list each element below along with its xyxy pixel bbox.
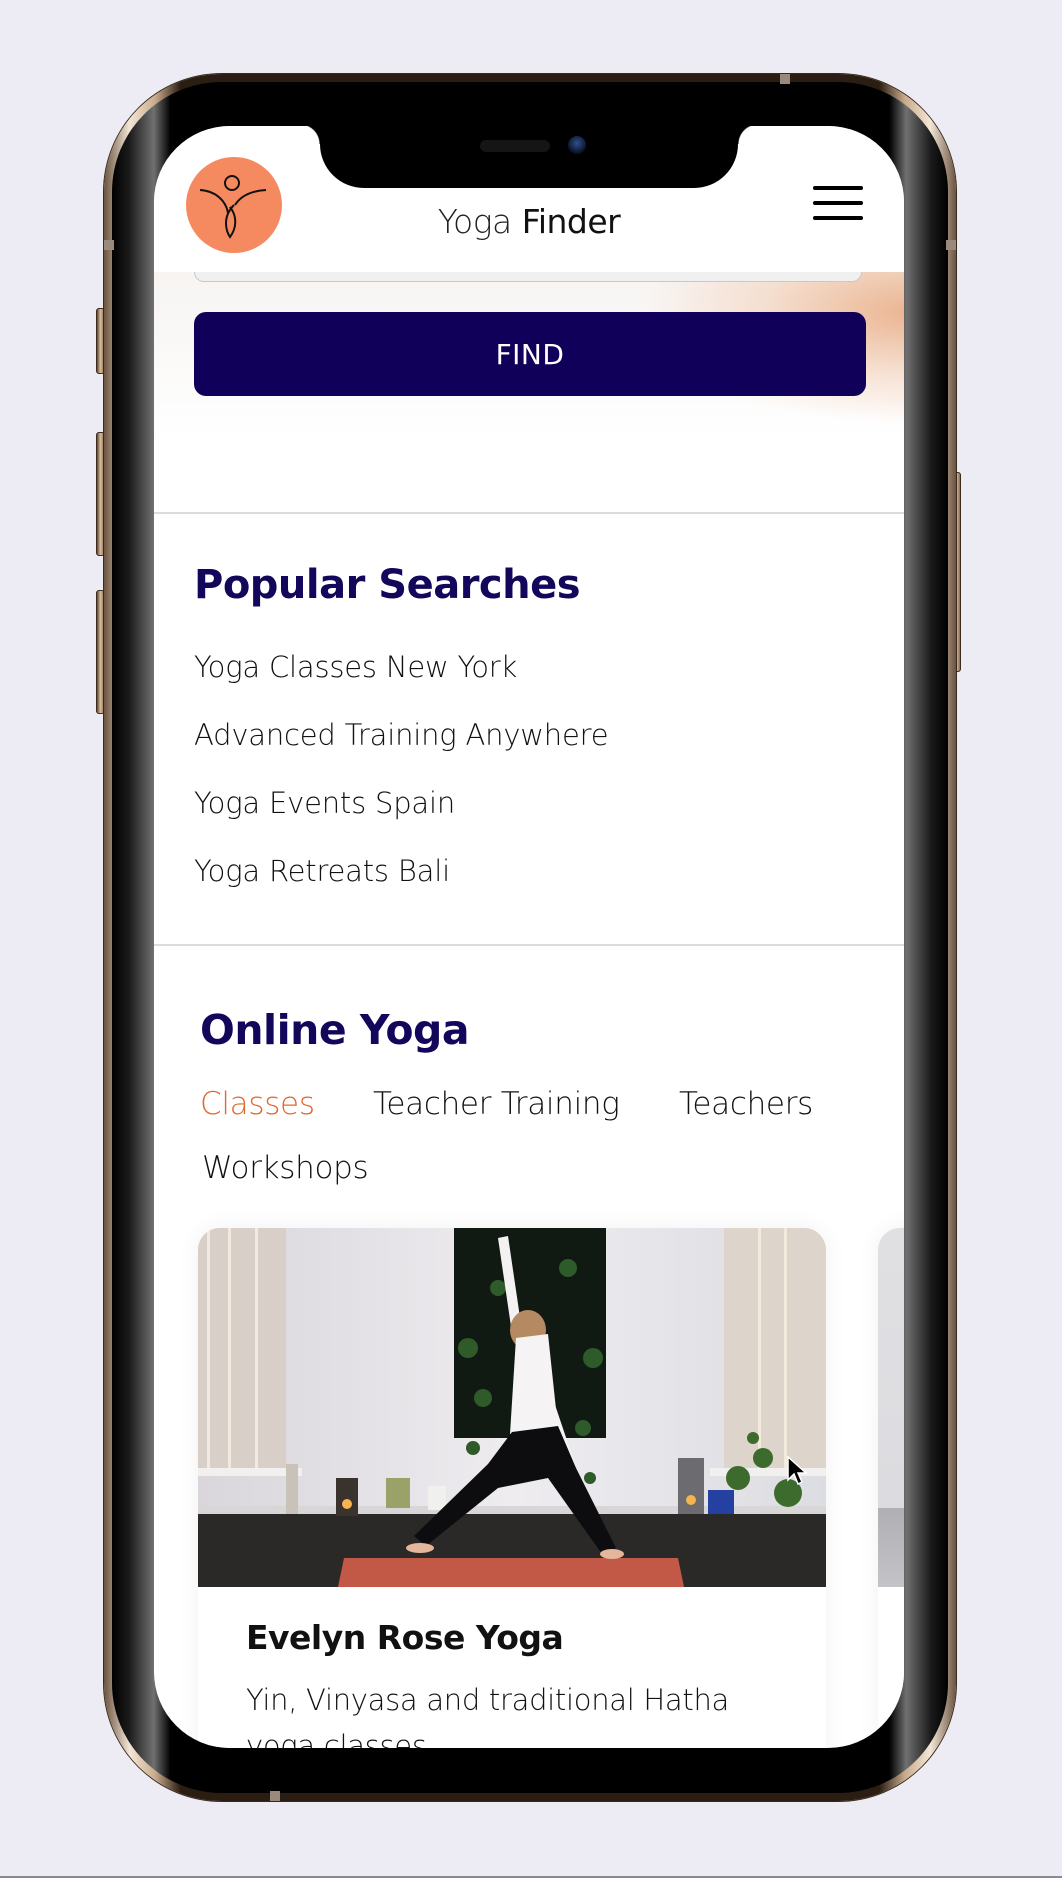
- antenna-band: [270, 1791, 280, 1801]
- section-divider: [154, 944, 904, 946]
- find-button[interactable]: FIND: [194, 312, 866, 396]
- notch: [300, 126, 758, 188]
- mouse-cursor-icon: [787, 1456, 808, 1486]
- card-title: Evelyn Rose Yoga: [246, 1618, 564, 1657]
- site-title-bold: Finder: [521, 202, 621, 241]
- class-card[interactable]: Evelyn Rose Yoga Yin, Vinyasa and tradit…: [198, 1228, 826, 1748]
- popular-search-link[interactable]: Yoga Classes New York: [194, 650, 608, 718]
- popular-search-link[interactable]: Yoga Retreats Bali: [194, 854, 608, 922]
- card-photo: [878, 1228, 904, 1587]
- antenna-band: [946, 240, 956, 250]
- popular-searches-list: Yoga Classes New York Advanced Training …: [194, 650, 609, 922]
- card-description: Yin, Vinyasa and traditional Hatha yoga …: [246, 1683, 730, 1748]
- popular-search-link[interactable]: Advanced Training Anywhere: [194, 718, 609, 786]
- class-card-next[interactable]: [878, 1228, 904, 1748]
- card-body: Evelyn Rose Yoga Yin, Vinyasa and tradit…: [246, 1618, 796, 1748]
- antenna-band: [104, 240, 114, 250]
- hero-section: FIND: [154, 242, 904, 512]
- popular-searches-title: Popular Searches: [194, 562, 581, 608]
- online-yoga-title: Online Yoga: [200, 1006, 470, 1054]
- front-camera: [568, 136, 586, 154]
- site-title-light: Yoga: [437, 202, 513, 241]
- tab-workshops[interactable]: Workshops: [202, 1150, 369, 1186]
- phone-screen: FIND Yoga Finder Popular Searches Yoga C…: [154, 126, 904, 1748]
- hamburger-menu-icon[interactable]: [813, 180, 863, 220]
- tab-teacher-training[interactable]: Teacher Training: [373, 1086, 620, 1122]
- tab-classes[interactable]: Classes: [200, 1086, 315, 1122]
- popular-search-link[interactable]: Yoga Events Spain: [194, 786, 608, 854]
- tab-teachers[interactable]: Teachers: [679, 1086, 813, 1122]
- speaker-grille: [480, 140, 550, 152]
- woman-in-warrior-pose-photo: [198, 1228, 826, 1587]
- antenna-band: [780, 74, 790, 84]
- site-title: Yoga Finder: [154, 202, 904, 241]
- section-divider: [154, 512, 904, 514]
